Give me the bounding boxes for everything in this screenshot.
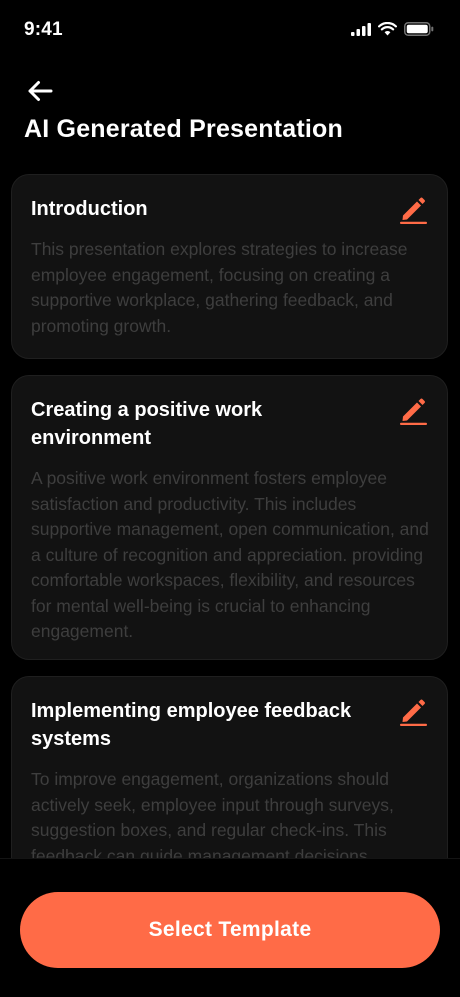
pencil-icon — [400, 699, 427, 726]
select-template-button[interactable]: Select Template — [20, 892, 440, 968]
section-title: Introduction — [31, 198, 148, 220]
section-body: This presentation explores strategies to… — [31, 239, 408, 336]
pencil-icon — [400, 398, 427, 425]
edit-section-button[interactable] — [396, 393, 430, 427]
status-icons — [351, 22, 434, 36]
status-bar: 9:41 — [0, 0, 460, 60]
sections-list[interactable]: Introduction This presentation explores … — [0, 158, 460, 858]
section-body: A positive work environment fosters empl… — [31, 468, 429, 641]
page-title: AI Generated Presentation — [24, 115, 343, 143]
arrow-left-icon — [28, 81, 53, 101]
battery-icon — [404, 22, 434, 36]
section-card-introduction: Introduction This presentation explores … — [11, 174, 448, 359]
edit-section-button[interactable] — [396, 694, 430, 728]
edit-section-button[interactable] — [396, 192, 430, 226]
section-card-positive-work-environment: Creating a positive work environment A p… — [11, 375, 448, 660]
cellular-signal-icon — [351, 22, 371, 36]
wifi-icon — [378, 22, 397, 36]
section-title: Implementing employee feedback systems — [31, 700, 352, 750]
back-button[interactable] — [22, 74, 58, 108]
pencil-icon — [400, 197, 427, 224]
bottom-bar: Select Template — [0, 858, 460, 997]
section-title: Creating a positive work environment — [31, 399, 263, 449]
section-body: To improve engagement, organizations sho… — [31, 769, 394, 858]
status-time: 9:41 — [24, 19, 63, 40]
section-card-employee-feedback: Implementing employee feedback systems T… — [11, 676, 448, 858]
